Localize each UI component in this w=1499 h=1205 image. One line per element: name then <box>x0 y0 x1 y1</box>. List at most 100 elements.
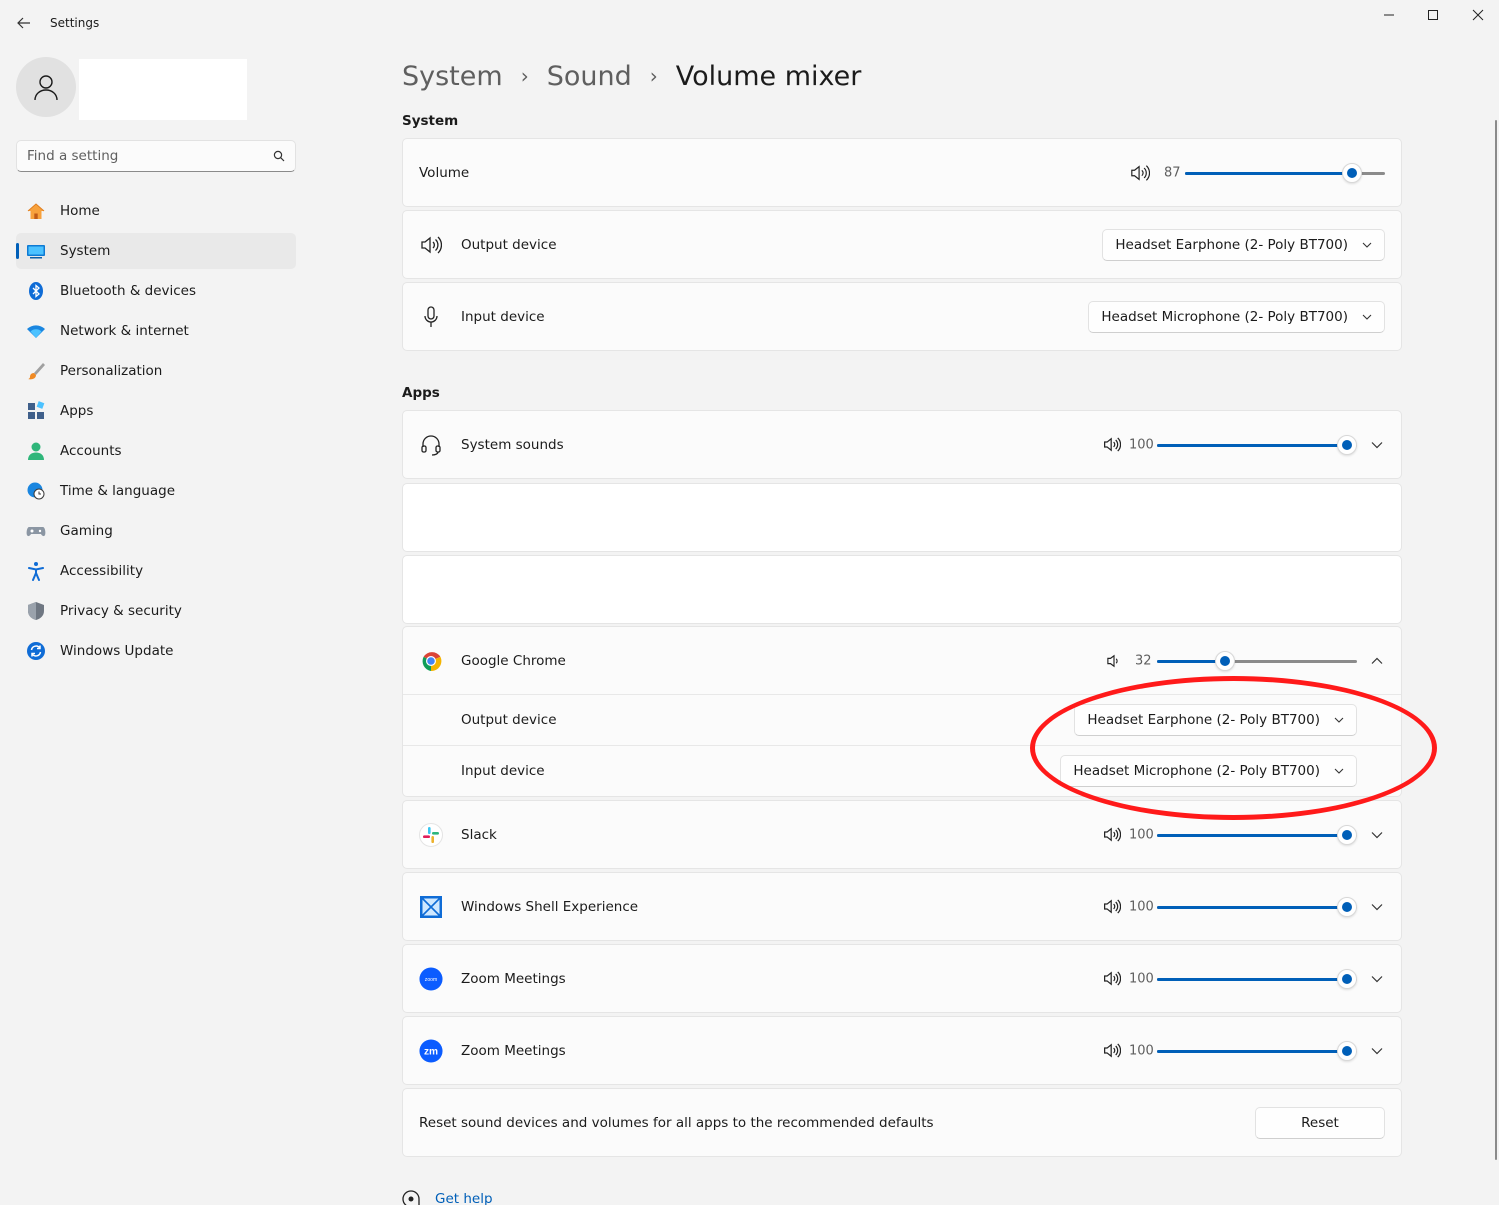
headset-icon <box>419 433 443 457</box>
nav-item-bluetooth[interactable]: Bluetooth & devices <box>16 273 296 309</box>
slider-fill <box>1157 1049 1347 1053</box>
app-name: System sounds <box>461 436 564 453</box>
slider-thumb[interactable] <box>1337 1040 1357 1061</box>
user-name-block <box>79 59 247 120</box>
speaker-low-icon[interactable] <box>1104 652 1124 670</box>
nav-item-network[interactable]: Network & internet <box>16 313 296 349</box>
app-volume-slider[interactable] <box>1157 434 1357 455</box>
minimize-button[interactable] <box>1366 4 1412 26</box>
app-name: Slack <box>461 826 497 843</box>
slider-thumb[interactable] <box>1337 896 1357 917</box>
nav-label: Personalization <box>60 363 163 379</box>
get-help-link[interactable]: Get help <box>435 1191 493 1205</box>
title-bar: Settings <box>0 0 1499 44</box>
slider-thumb[interactable] <box>1214 650 1235 671</box>
slider-thumb[interactable] <box>1341 162 1362 183</box>
nav-item-gaming[interactable]: Gaming <box>16 513 296 549</box>
input-device-dropdown[interactable]: Headset Microphone (2- Poly BT700) <box>1088 300 1385 333</box>
nav-label: Apps <box>60 403 94 419</box>
nav-label: Home <box>60 203 100 219</box>
speaker-icon[interactable] <box>1102 898 1122 916</box>
windows-shell-icon <box>419 895 443 919</box>
speaker-icon[interactable] <box>1130 164 1150 182</box>
dropdown-value: Headset Microphone (2- Poly BT700) <box>1101 308 1348 325</box>
chrome-input-dropdown[interactable]: Headset Microphone (2- Poly BT700) <box>1060 755 1357 787</box>
chevron-down-icon[interactable] <box>1367 897 1387 917</box>
gamepad-icon <box>26 521 46 541</box>
nav-item-windows-update[interactable]: Windows Update <box>16 633 296 669</box>
chrome-input-row: Input device Headset Microphone (2- Poly… <box>403 745 1401 796</box>
speaker-icon[interactable] <box>1102 826 1122 844</box>
volume-value: 87 <box>1164 165 1181 180</box>
reset-description: Reset sound devices and volumes for all … <box>419 1114 934 1131</box>
nav-item-accounts[interactable]: Accounts <box>16 433 296 469</box>
close-button[interactable] <box>1455 4 1499 26</box>
accessibility-icon <box>26 561 46 581</box>
nav-list: Home System Bluetooth & devices Network … <box>16 193 296 673</box>
svg-text:zm: zm <box>424 1046 438 1057</box>
app-volume-slider[interactable] <box>1157 896 1357 917</box>
apps-icon <box>26 401 46 421</box>
maximize-button[interactable] <box>1410 4 1456 26</box>
chevron-down-icon <box>1362 242 1372 248</box>
system-volume-card: Volume 87 <box>402 138 1402 207</box>
app-card-windows-shell: Windows Shell Experience 100 <box>402 872 1402 941</box>
app-volume-slider[interactable] <box>1157 968 1357 989</box>
nav-item-privacy[interactable]: Privacy & security <box>16 593 296 629</box>
speaker-icon[interactable] <box>1102 436 1122 454</box>
zoom-zm-icon: zm <box>419 1038 443 1063</box>
chrome-icon <box>419 649 443 673</box>
breadcrumb-system[interactable]: System <box>402 61 503 92</box>
app-volume-slider[interactable] <box>1157 650 1357 671</box>
speaker-icon[interactable] <box>1102 970 1122 988</box>
app-volume-slider[interactable] <box>1157 824 1357 845</box>
volume-label: Volume <box>419 164 470 181</box>
app-volume-slider[interactable] <box>1157 1040 1357 1061</box>
chevron-down-icon[interactable] <box>1367 435 1387 455</box>
search-icon[interactable] <box>273 150 285 162</box>
output-device-dropdown[interactable]: Headset Earphone (2- Poly BT700) <box>1102 228 1385 261</box>
nav-item-home[interactable]: Home <box>16 193 296 229</box>
scrollbar[interactable] <box>1495 120 1497 1160</box>
chevron-down-icon[interactable] <box>1367 1041 1387 1061</box>
section-title-apps: Apps <box>402 385 440 401</box>
slider-thumb[interactable] <box>1337 434 1357 455</box>
volume-value: 100 <box>1129 899 1154 914</box>
breadcrumb-sound[interactable]: Sound <box>547 61 632 92</box>
nav-item-apps[interactable]: Apps <box>16 393 296 429</box>
globe-clock-icon <box>26 481 46 501</box>
back-button[interactable] <box>12 12 36 34</box>
dropdown-value: Headset Earphone (2- Poly BT700) <box>1087 712 1320 728</box>
slider-fill <box>1157 905 1347 909</box>
app-card-redacted <box>402 483 1402 552</box>
minimize-icon <box>1384 14 1394 16</box>
system-icon <box>26 241 46 261</box>
window-title: Settings <box>50 16 100 30</box>
slider-thumb[interactable] <box>1337 824 1357 845</box>
chrome-output-row: Output device Headset Earphone (2- Poly … <box>403 694 1401 745</box>
search-input[interactable] <box>27 148 273 164</box>
nav-item-accessibility[interactable]: Accessibility <box>16 553 296 589</box>
app-card-system-sounds: System sounds 100 <box>402 410 1402 479</box>
chevron-down-icon <box>1334 717 1344 723</box>
nav-label: Accounts <box>60 443 122 459</box>
nav-item-system[interactable]: System <box>16 233 296 269</box>
chevron-down-icon[interactable] <box>1367 825 1387 845</box>
reset-button[interactable]: Reset <box>1255 1106 1385 1139</box>
speaker-icon <box>419 233 443 257</box>
dropdown-value: Headset Microphone (2- Poly BT700) <box>1073 763 1320 779</box>
nav-item-personalization[interactable]: Personalization <box>16 353 296 389</box>
search-box[interactable] <box>16 140 296 172</box>
nav-item-time-language[interactable]: Time & language <box>16 473 296 509</box>
brush-icon <box>26 361 46 381</box>
speaker-icon[interactable] <box>1102 1042 1122 1060</box>
nav-label: Windows Update <box>60 643 174 659</box>
system-volume-slider[interactable] <box>1185 162 1385 183</box>
chrome-output-dropdown[interactable]: Headset Earphone (2- Poly BT700) <box>1074 704 1357 736</box>
chevron-down-icon[interactable] <box>1367 969 1387 989</box>
zoom-icon: zoom <box>419 966 443 991</box>
chevron-up-icon[interactable] <box>1367 651 1387 671</box>
slider-thumb[interactable] <box>1337 968 1357 989</box>
dropdown-value: Headset Earphone (2- Poly BT700) <box>1115 236 1348 253</box>
avatar[interactable] <box>16 57 76 117</box>
